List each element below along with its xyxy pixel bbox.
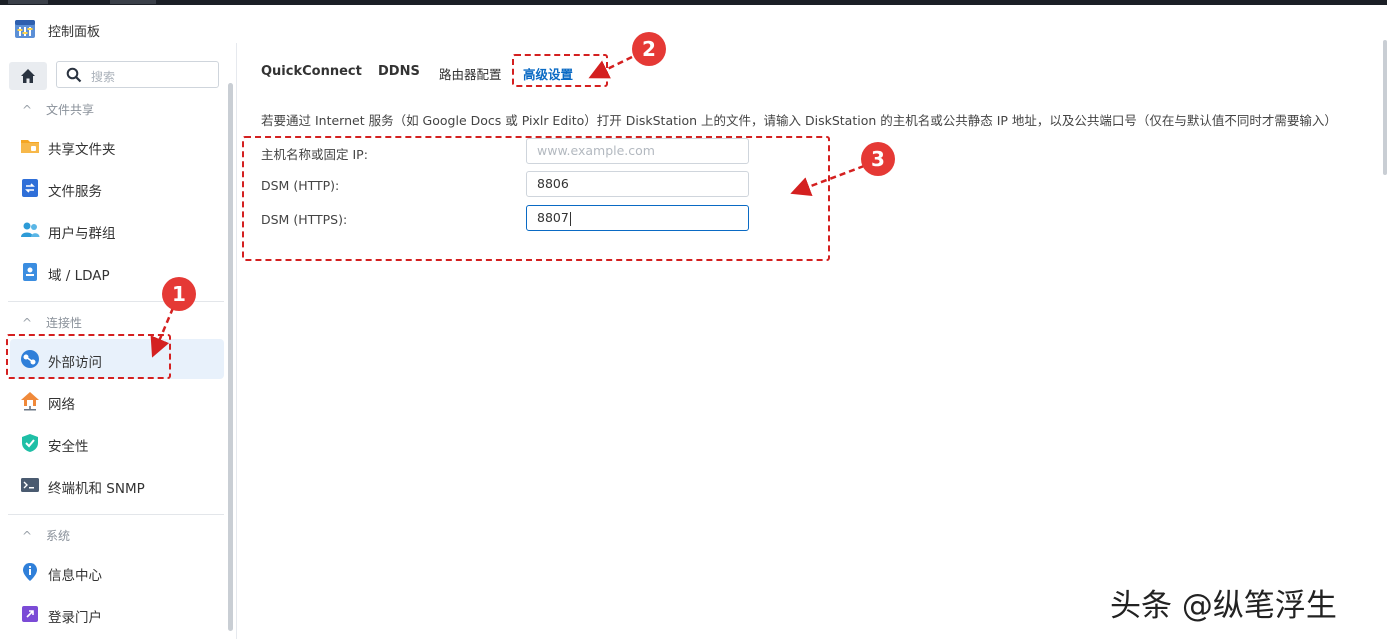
annotation-arrow-2 [588,55,633,79]
annotation-arrow-3 [790,164,865,197]
annotation-badge-2: 2 [632,32,666,66]
annotation-badge-3: 3 [861,142,895,176]
watermark-text: 头条 @纵笔浮生 [1110,588,1337,624]
annotation-arrow-1 [150,307,175,358]
annotation-badge-1: 1 [162,277,196,311]
annotation-arrows [150,55,865,358]
